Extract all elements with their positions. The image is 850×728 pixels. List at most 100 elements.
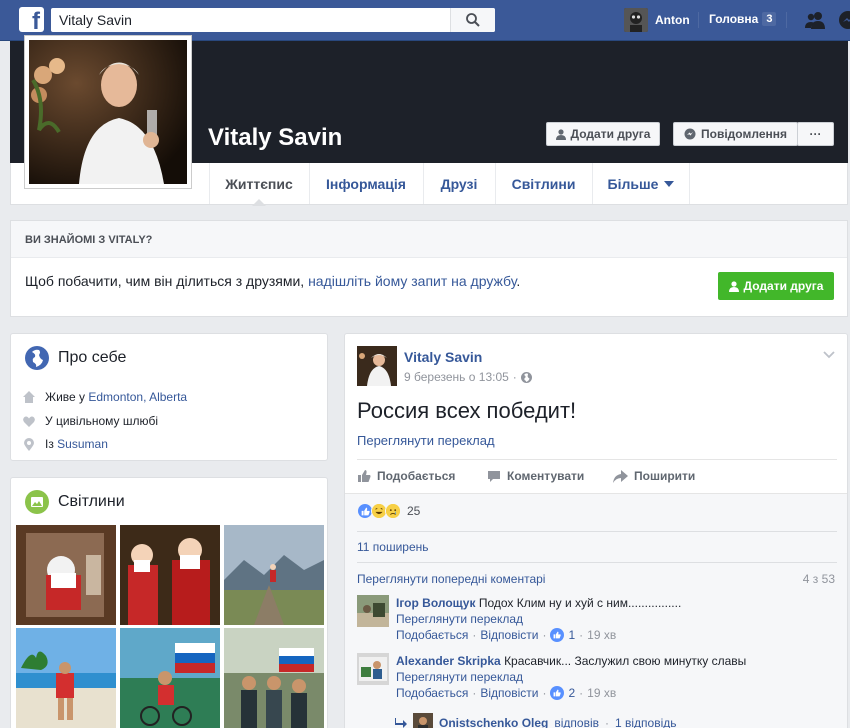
- more-options-button[interactable]: ···: [797, 122, 834, 146]
- share-icon: [613, 469, 628, 483]
- photos-title: Світлини: [25, 490, 125, 514]
- comment-actions: Подобається · Відповісти · 1 · 19 хв: [396, 627, 617, 643]
- comment-like-link[interactable]: Подобається: [396, 627, 468, 643]
- caret-down-icon: [664, 180, 675, 187]
- nav-profile-link[interactable]: Anton: [624, 8, 690, 32]
- search-button[interactable]: [450, 8, 495, 32]
- thumbs-up-icon: [358, 470, 371, 482]
- add-friend-icon: [728, 280, 739, 292]
- about-from: Із Susuman: [23, 437, 108, 451]
- comment-like-count[interactable]: 2: [568, 685, 575, 701]
- photo-thumbnail[interactable]: [16, 525, 116, 625]
- nav-divider: [786, 12, 787, 28]
- view-replies-link[interactable]: Onistschenko Oleg відповів · 1 відповідь: [395, 713, 677, 728]
- home-icon: [23, 391, 35, 403]
- user-avatar: [624, 8, 648, 32]
- search-input[interactable]: [51, 8, 450, 32]
- comment-reply-link[interactable]: Відповісти: [480, 627, 538, 643]
- reply-verb: відповів: [554, 716, 599, 728]
- message-button[interactable]: Повідомлення: [673, 122, 798, 146]
- add-friend-label: Додати друга: [570, 127, 651, 141]
- reply-count: 1 відповідь: [615, 716, 677, 728]
- post-actions-bar: Подобається Коментувати Поширити: [357, 459, 837, 493]
- divider: [357, 562, 837, 563]
- friend-requests-icon[interactable]: [804, 10, 826, 33]
- lives-link[interactable]: Edmonton, Alberta: [88, 390, 187, 404]
- reaction-count: 25: [407, 504, 421, 518]
- comments-count: 4 з 53: [802, 572, 835, 586]
- nav-home-link[interactable]: Головна 3: [709, 12, 777, 26]
- home-count-badge: 3: [762, 12, 777, 26]
- share-button[interactable]: Поширити: [613, 469, 695, 483]
- profile-name[interactable]: Vitaly Savin: [208, 124, 342, 152]
- comment-text: Красавчик... Заслужил свою минутку славы: [504, 654, 747, 668]
- view-previous-comments-link[interactable]: Переглянути попередні коментарі: [357, 572, 545, 586]
- like-reaction-icon: [550, 628, 565, 642]
- add-friend-button[interactable]: Додати друга: [546, 122, 660, 146]
- photo-thumbnail[interactable]: [120, 525, 220, 625]
- see-translation-link[interactable]: Переглянути переклад: [396, 669, 836, 685]
- profile-picture[interactable]: [24, 35, 192, 189]
- comment-button[interactable]: Коментувати: [487, 469, 584, 483]
- post-options-chevron-icon[interactable]: [823, 348, 835, 362]
- like-reaction-icon: [550, 686, 565, 700]
- message-label: Повідомлення: [701, 127, 787, 141]
- reply-author: Onistschenko Oleg: [439, 716, 549, 728]
- photo-thumbnail[interactable]: [224, 628, 324, 728]
- shares-count-link[interactable]: 11 поширень: [357, 540, 429, 554]
- reply-arrow-icon: [395, 718, 407, 728]
- see-translation-link[interactable]: Переглянути переклад: [396, 611, 836, 627]
- post-text: Россия всех победит!: [357, 398, 577, 423]
- commenter-name[interactable]: Ігор Волощук: [396, 596, 475, 610]
- commenter-avatar[interactable]: [357, 653, 389, 685]
- about-relationship: У цивільному шлюбі: [23, 414, 158, 428]
- sad-reaction-icon: [385, 503, 401, 519]
- comment-reply-link[interactable]: Відповісти: [480, 685, 538, 701]
- comment-time[interactable]: 19 хв: [587, 685, 616, 701]
- about-lives: Живе у Edmonton, Alberta: [23, 390, 187, 404]
- comment-time[interactable]: 19 хв: [587, 627, 616, 643]
- comment-like-count[interactable]: 1: [568, 627, 575, 643]
- like-button[interactable]: Подобається: [357, 469, 455, 483]
- see-translation-link[interactable]: Переглянути переклад: [357, 433, 495, 448]
- photo-icon: [25, 490, 49, 514]
- photo-thumbnail[interactable]: [224, 525, 324, 625]
- reply-avatar: [413, 713, 433, 728]
- post-footer: 25 11 поширень Переглянути попередні ком…: [345, 493, 847, 728]
- divider: [357, 531, 837, 532]
- messages-icon[interactable]: [838, 10, 850, 33]
- from-link[interactable]: Susuman: [57, 437, 108, 451]
- user-name: Anton: [655, 13, 690, 27]
- nav-divider: [698, 12, 699, 28]
- reactions-summary[interactable]: 25: [357, 503, 420, 519]
- more-dots-icon: ···: [809, 127, 822, 141]
- tab-more[interactable]: Більше: [592, 163, 690, 204]
- post-author-name[interactable]: Vitaly Savin: [404, 349, 482, 365]
- tab-friends[interactable]: Друзі: [423, 163, 494, 204]
- photos-card: Світлини: [10, 477, 328, 728]
- tab-photos[interactable]: Світлини: [495, 163, 591, 204]
- post-date[interactable]: 9 березень о 13:05: [404, 370, 509, 384]
- know-text: Щоб побачити, чим він ділиться з друзями…: [25, 273, 521, 289]
- globe-icon: [25, 346, 49, 370]
- active-tab-indicator: [252, 199, 266, 206]
- comment-like-link[interactable]: Подобається: [396, 685, 468, 701]
- tab-timeline[interactable]: Життєпис: [209, 163, 308, 204]
- send-request-link[interactable]: надішліть йому запит на дружбу: [308, 273, 516, 289]
- add-friend-green-button[interactable]: Додати друга: [718, 272, 834, 300]
- location-pin-icon: [24, 437, 34, 451]
- post-author-avatar[interactable]: [357, 346, 397, 386]
- comment-actions: Подобається · Відповісти · 2 · 19 хв: [396, 685, 617, 701]
- post-card: Vitaly Savin 9 березень о 13:05 · Россия…: [344, 333, 848, 728]
- add-friend-icon: [555, 128, 566, 140]
- photo-thumbnail[interactable]: [16, 628, 116, 728]
- post-meta: 9 березень о 13:05 ·: [404, 370, 532, 384]
- commenter-name[interactable]: Alexander Skripka: [396, 654, 501, 668]
- heart-icon: [23, 416, 35, 427]
- privacy-globe-icon[interactable]: [520, 371, 532, 383]
- commenter-avatar[interactable]: [357, 595, 389, 627]
- photo-thumbnail[interactable]: [120, 628, 220, 728]
- facebook-logo-icon[interactable]: f: [19, 7, 44, 32]
- tab-about[interactable]: Інформація: [309, 163, 422, 204]
- messenger-icon: [684, 128, 696, 140]
